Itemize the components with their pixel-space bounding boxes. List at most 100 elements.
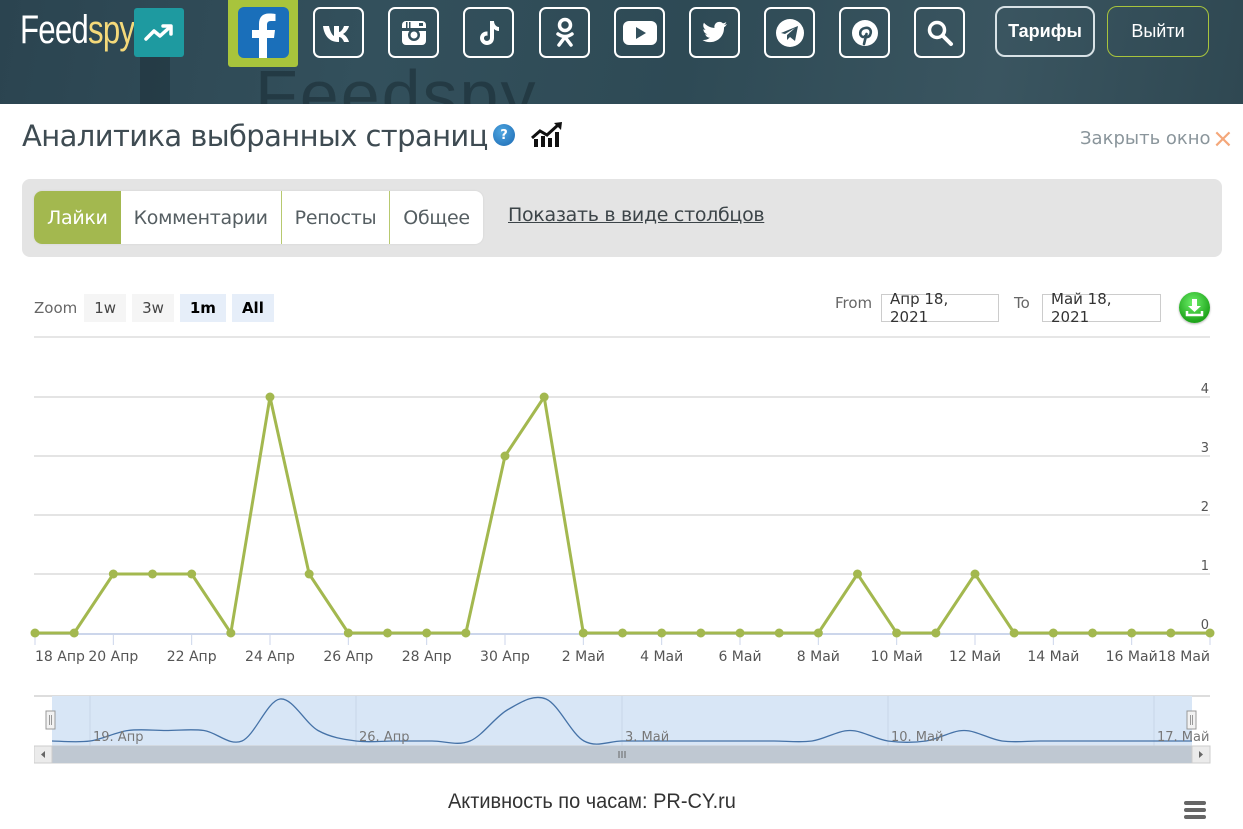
data-point [422, 628, 432, 638]
metric-tabs-panel: Лайки Комментарии Репосты Общее Показать… [22, 179, 1222, 257]
close-window-link[interactable]: Закрыть окно [1080, 128, 1211, 149]
x-tick-label: 8 Май [797, 649, 840, 665]
likes-line-chart: 18 Апр 20 Апр 22 Апр 24 Апр 26 Апр 28 Апр 30 А… [30, 336, 1215, 665]
network-odnoklassniki-button[interactable] [539, 7, 590, 58]
network-search-button[interactable] [914, 7, 965, 58]
facebook-icon [238, 7, 289, 58]
y-tick-label: 2 [1201, 500, 1209, 515]
youtube-icon [622, 20, 657, 45]
navigator-date-label: 26. Апр [359, 730, 409, 745]
pinterest-icon [851, 19, 878, 46]
show-as-columns-link[interactable]: Показать в виде столбцов [508, 204, 765, 226]
x-tick-label: 4 Май [640, 649, 683, 665]
network-vk-button[interactable] [313, 7, 364, 58]
network-twitter-button[interactable] [689, 7, 740, 58]
download-icon[interactable] [1179, 292, 1210, 323]
logout-button[interactable]: Выйти [1107, 6, 1209, 57]
time-navigator[interactable]: 19. Апр 26. Апр 3. Май 10. Май 17. Май [34, 695, 1214, 765]
hourly-activity-chart-title: Активность по часам: PR-CY.ru [448, 790, 736, 813]
data-point [265, 392, 275, 402]
data-point [108, 569, 118, 579]
network-facebook-button[interactable] [228, 0, 298, 67]
hamburger-icon[interactable] [1184, 801, 1206, 822]
navigator-date-label: 19. Апр [93, 730, 143, 745]
x-tick-label: 16 Май [1106, 649, 1158, 665]
tab-reposts[interactable]: Репосты [282, 191, 391, 244]
zoom-1w-button[interactable]: 1w [84, 294, 127, 322]
data-point [1166, 628, 1176, 638]
data-point [304, 569, 314, 579]
odnoklassniki-icon [555, 17, 574, 47]
x-tick-label: 24 Апр [245, 649, 295, 665]
close-icon[interactable]: × [1212, 126, 1234, 152]
zoom-3w-button[interactable]: 3w [132, 294, 174, 322]
data-point [343, 628, 353, 638]
help-icon[interactable]: ? [493, 124, 515, 146]
network-pinterest-button[interactable] [839, 7, 890, 58]
x-axis: 18 Апр 20 Апр 22 Апр 24 Апр 26 Апр 28 Апр 30 А… [34, 633, 1211, 665]
zoom-label: Zoom [34, 299, 78, 317]
tariffs-button[interactable]: Тарифы [995, 6, 1095, 57]
from-label: From [835, 294, 873, 312]
navigator-date-label: 17. Май [1157, 730, 1209, 745]
tab-comments[interactable]: Комментарии [121, 191, 282, 244]
y-axis-labels: 01234 [1201, 382, 1209, 633]
x-tick-label: 6 Май [718, 649, 761, 665]
data-point [383, 628, 392, 638]
trend-up-icon[interactable] [134, 8, 184, 57]
logo-text-feed: Feed [20, 8, 89, 52]
x-tick-label: 28 Апр [402, 649, 452, 665]
data-point [1127, 628, 1137, 638]
y-tick-label: 3 [1201, 441, 1209, 456]
data-point [148, 569, 157, 579]
data-point [1048, 628, 1058, 638]
instagram-icon [401, 20, 426, 45]
data-point [853, 569, 862, 579]
x-tick-label: 14 Май [1027, 649, 1079, 665]
from-date-input[interactable]: Апр 18, 2021 [881, 290, 999, 326]
x-tick-label: 20 Апр [88, 649, 138, 665]
data-point [970, 569, 980, 579]
navigator-right-handle[interactable] [1186, 710, 1197, 730]
navigator-left-handle[interactable] [45, 710, 56, 730]
x-tick-label: 2 Май [562, 649, 605, 665]
y-gridlines [34, 396, 1210, 575]
twitter-icon [702, 21, 727, 42]
x-tick-label: 18 Апр [35, 649, 85, 665]
top-navigation-bar: Feedspy Feedspy Тарифы Выйти [0, 0, 1243, 104]
tab-total[interactable]: Общее [390, 191, 482, 244]
data-point [500, 451, 510, 461]
tab-likes[interactable]: Лайки [34, 191, 121, 244]
zoom-1m-button[interactable]: 1m [179, 294, 226, 322]
network-tiktok-button[interactable] [463, 7, 514, 58]
data-point [226, 628, 236, 638]
x-tick-label: 26 Апр [323, 649, 373, 665]
x-tick-label: 22 Апр [167, 649, 217, 665]
scrollbar-right-button[interactable] [1191, 745, 1211, 764]
data-point [539, 392, 549, 402]
data-point [187, 569, 197, 579]
network-instagram-button[interactable] [388, 7, 439, 58]
data-point [931, 628, 941, 638]
to-date-input[interactable]: Май 18, 2021 [1042, 290, 1161, 326]
to-label: To [1014, 294, 1030, 312]
vk-icon [322, 25, 349, 42]
scrollbar-left-button[interactable] [34, 745, 53, 764]
x-tick-label: 12 Май [949, 649, 1001, 665]
data-point [696, 628, 706, 638]
data-point [813, 628, 823, 638]
feedspy-logo[interactable]: Feedspy [20, 8, 135, 53]
search-icon [927, 20, 953, 46]
metric-tabs: Лайки Комментарии Репосты Общее [34, 191, 483, 244]
page-title: Аналитика выбранных страниц [22, 119, 488, 153]
zoom-range-selector: Zoom 1w 3w 1m All [34, 293, 280, 323]
network-youtube-button[interactable] [614, 7, 665, 58]
navigator-date-label: 10. Май [891, 730, 943, 745]
network-telegram-button[interactable] [764, 7, 815, 58]
analytics-chart-icon[interactable] [530, 121, 564, 153]
navigator-date-label: 3. Май [625, 730, 669, 745]
data-point [735, 628, 745, 638]
y-tick-label: 1 [1201, 559, 1209, 574]
zoom-all-button[interactable]: All [231, 294, 274, 322]
data-point [892, 628, 902, 638]
